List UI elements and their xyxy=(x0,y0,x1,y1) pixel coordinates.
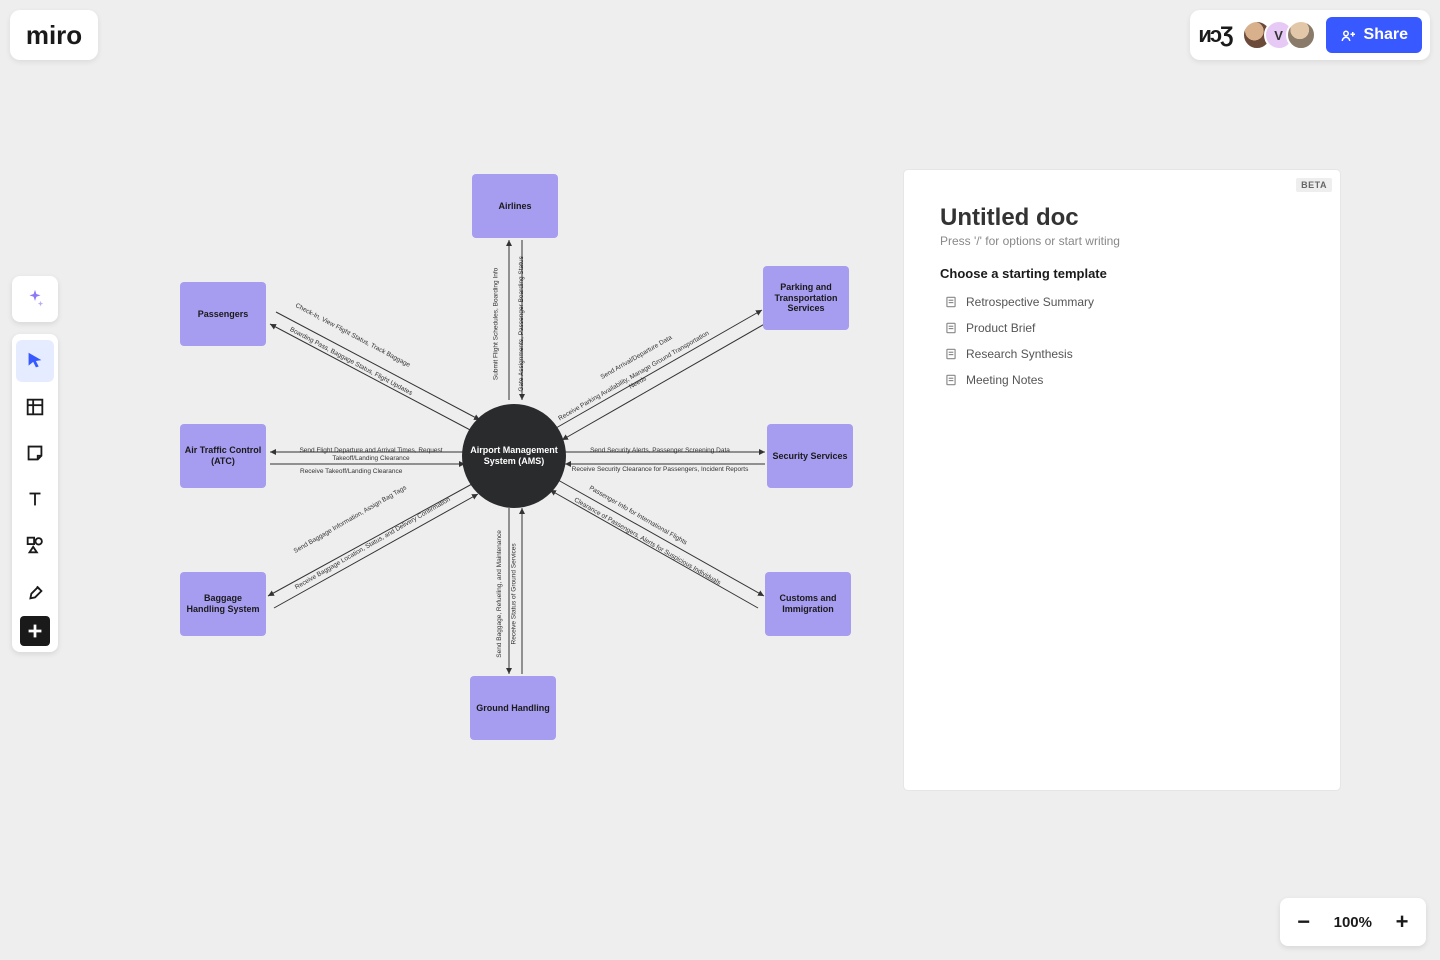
frame-tool[interactable] xyxy=(16,386,54,428)
edge-label: Send Flight Departure and Arrival Times,… xyxy=(276,447,466,463)
template-label: Retrospective Summary xyxy=(966,295,1094,309)
doc-icon xyxy=(944,321,958,335)
template-label: Product Brief xyxy=(966,321,1035,335)
node-ground[interactable]: Ground Handling xyxy=(470,676,556,740)
doc-hint: Press '/' for options or start writing xyxy=(940,234,1304,248)
node-label: Passengers xyxy=(198,309,249,320)
edge-label: Send Baggage, Refueling, and Maintenance xyxy=(496,530,504,658)
edge-label: Gate Assignments, Passenger Boarding Sta… xyxy=(518,256,526,392)
node-atc[interactable]: Air Traffic Control (ATC) xyxy=(180,424,266,488)
edge-label: Receive Status of Ground Services xyxy=(511,543,519,644)
share-button[interactable]: Share xyxy=(1326,17,1422,53)
templates-heading: Choose a starting template xyxy=(940,266,1304,281)
node-customs[interactable]: Customs and Immigration xyxy=(765,572,851,636)
template-label: Research Synthesis xyxy=(966,347,1073,361)
zoom-in-button[interactable]: + xyxy=(1386,906,1418,938)
node-label: Airlines xyxy=(498,201,531,212)
collaboration-icon[interactable]: ᴎᴐƷ xyxy=(1198,22,1231,48)
zoom-controls: − 100% + xyxy=(1280,898,1426,946)
zoom-out-button[interactable]: − xyxy=(1288,906,1320,938)
avatar[interactable] xyxy=(1286,20,1316,50)
edge-label: Boarding Pass, Baggage Status, Flight Up… xyxy=(288,326,413,398)
header-right: ᴎᴐƷ V Share xyxy=(1190,10,1430,60)
node-label: Customs and Immigration xyxy=(769,593,847,615)
logo[interactable]: miro xyxy=(10,10,98,60)
frame-icon xyxy=(24,396,46,418)
edge-label: Receive Takeoff/Landing Clearance xyxy=(300,468,402,476)
node-label: Ground Handling xyxy=(476,703,550,714)
node-label: Parking and Transportation Services xyxy=(767,282,845,314)
plus-icon xyxy=(24,620,46,642)
edge-label: Receive Parking Availability, Manage Gro… xyxy=(554,328,718,432)
select-tool[interactable] xyxy=(16,340,54,382)
node-security[interactable]: Security Services xyxy=(767,424,853,488)
avatar-initial: V xyxy=(1274,28,1283,43)
doc-icon xyxy=(944,295,958,309)
avatar-stack: V xyxy=(1242,20,1316,50)
edge-label: Check-In, View Flight Status, Track Bagg… xyxy=(294,302,411,369)
share-label: Share xyxy=(1364,26,1408,44)
ai-button[interactable] xyxy=(12,276,58,322)
doc-icon xyxy=(944,373,958,387)
edge-label: Receive Baggage Location, Status, and De… xyxy=(289,493,457,595)
sticky-tool[interactable] xyxy=(16,432,54,474)
node-baggage[interactable]: Baggage Handling System xyxy=(180,572,266,636)
template-item[interactable]: Research Synthesis xyxy=(940,341,1304,367)
share-icon xyxy=(1340,26,1358,44)
template-item[interactable]: Retrospective Summary xyxy=(940,289,1304,315)
center-node[interactable]: Airport Management System (AMS) xyxy=(462,404,566,508)
template-item[interactable]: Product Brief xyxy=(940,315,1304,341)
templates-list: Retrospective Summary Product Brief Rese… xyxy=(940,289,1304,393)
center-label: Airport Management System (AMS) xyxy=(462,445,566,468)
template-label: Meeting Notes xyxy=(966,373,1043,387)
node-label: Security Services xyxy=(772,451,847,462)
sparkle-icon xyxy=(24,288,46,310)
add-tool[interactable] xyxy=(20,616,50,646)
cursor-icon xyxy=(24,350,46,372)
node-label: Air Traffic Control (ATC) xyxy=(184,445,262,467)
shapes-tool[interactable] xyxy=(16,524,54,566)
template-item[interactable]: Meeting Notes xyxy=(940,367,1304,393)
edge-label: Receive Security Clearance for Passenger… xyxy=(570,466,750,474)
pen-tool[interactable] xyxy=(16,570,54,612)
node-airlines[interactable]: Airlines xyxy=(472,174,558,238)
edge-label: Passenger Info for International Flights xyxy=(588,485,689,548)
edge-label: Clearance of Passengers, Alerts for Susp… xyxy=(563,491,731,593)
zoom-level[interactable]: 100% xyxy=(1326,914,1380,931)
doc-panel: BETA Untitled doc Press '/' for options … xyxy=(904,170,1340,790)
text-tool[interactable] xyxy=(16,478,54,520)
edge-label: Send Security Alerts, Passenger Screenin… xyxy=(570,447,750,455)
shapes-icon xyxy=(24,534,46,556)
edge-label: Submit Flight Schedules, Boarding Info xyxy=(492,268,500,380)
left-toolbar xyxy=(12,334,58,652)
doc-icon xyxy=(944,347,958,361)
node-passengers[interactable]: Passengers xyxy=(180,282,266,346)
pen-icon xyxy=(24,580,46,602)
edge-label: Send Arrival/Departure Data xyxy=(599,334,673,381)
node-label: Baggage Handling System xyxy=(184,593,262,615)
beta-badge: BETA xyxy=(1296,178,1332,192)
logo-text: miro xyxy=(26,20,82,51)
node-parking[interactable]: Parking and Transportation Services xyxy=(763,266,849,330)
text-icon xyxy=(24,488,46,510)
sticky-icon xyxy=(24,442,46,464)
doc-title[interactable]: Untitled doc xyxy=(940,204,1304,232)
edge-label: Send Baggage Information, Assign Bag Tag… xyxy=(293,484,409,555)
